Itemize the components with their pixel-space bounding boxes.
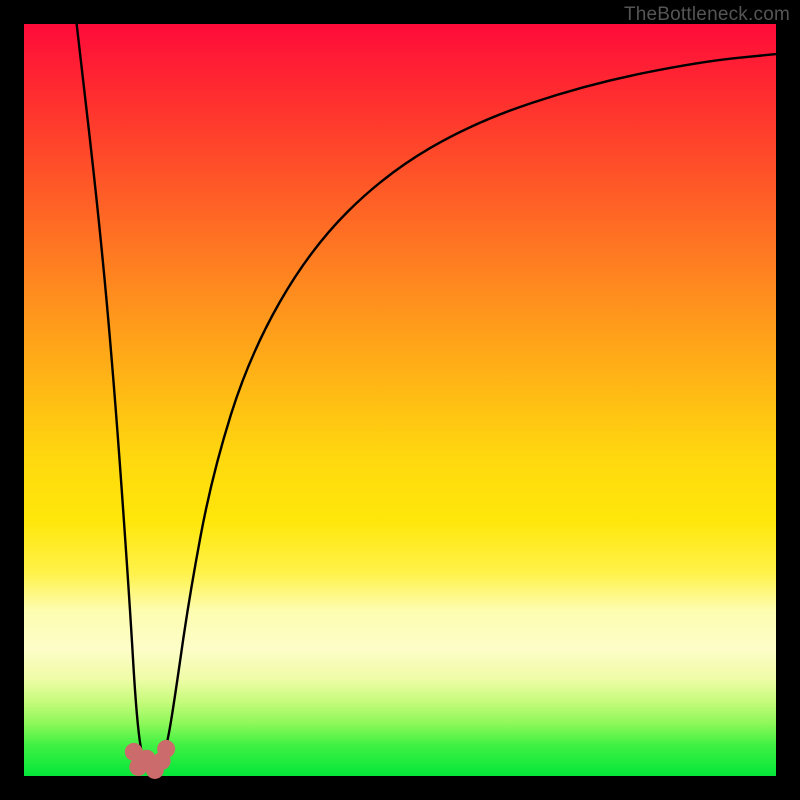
attribution-watermark: TheBottleneck.com: [624, 4, 790, 26]
chart-svg: [24, 24, 776, 776]
valley-marker: [157, 740, 175, 758]
chart-frame: TheBottleneck.com: [0, 0, 800, 800]
marker-group: [125, 740, 175, 779]
plot-area: [24, 24, 776, 776]
bottleneck-curve: [77, 24, 776, 774]
